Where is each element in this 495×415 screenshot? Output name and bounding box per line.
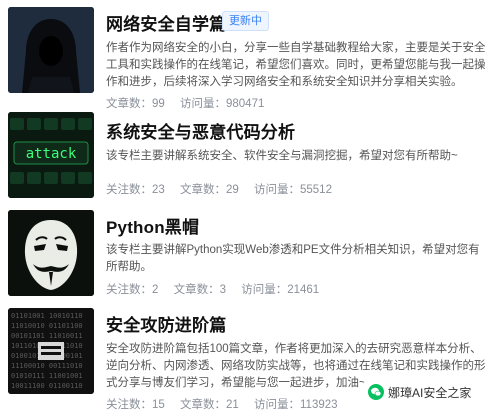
column-thumbnail[interactable]: attack	[8, 112, 94, 198]
stat-value: 15	[152, 399, 165, 411]
stat-value: 23	[152, 184, 165, 196]
wechat-watermark: 娜璋AI安全之家	[364, 381, 476, 403]
svg-text:01101001 10010110: 01101001 10010110	[11, 312, 83, 320]
binary-code-icon: 01101001 10010110 11010010 01101100 0010…	[8, 308, 94, 394]
stat-value: 21461	[287, 284, 320, 296]
stat-label: 文章数：	[106, 98, 152, 110]
stat-value: 99	[152, 98, 165, 110]
stat-value: 980471	[226, 98, 265, 110]
column-title[interactable]: Python黑帽	[106, 213, 199, 238]
column-description: 该专栏主要讲解Python实现Web渗透和PE文件分析相关知识，希望对您有所帮助…	[106, 244, 480, 273]
column-thumbnail[interactable]	[8, 7, 94, 93]
column-title[interactable]: 安全攻防进阶篇	[106, 311, 226, 336]
stat-value: 29	[226, 184, 239, 196]
stat-label: 访问量：	[254, 399, 300, 411]
column-description: 该专栏主要讲解系统安全、软件安全与漏洞挖掘，希望对您有所帮助~	[106, 150, 458, 162]
attack-keyboard-icon: attack	[8, 112, 94, 198]
column-stats: 关注数：23 文章数：29 访问量：55512	[106, 181, 344, 197]
column-stats: 文章数：99 访问量：980471	[106, 95, 276, 111]
stat-value: 21	[226, 399, 239, 411]
thumbnail-text: attack	[26, 146, 77, 162]
stat-value: 3	[219, 284, 227, 296]
svg-text:11010010 01101100: 11010010 01101100	[11, 322, 83, 330]
stat-value: 113923	[300, 399, 338, 411]
guy-fawkes-mask-icon	[8, 210, 94, 296]
stat-label: 文章数：	[180, 399, 226, 411]
status-badge: 更新中	[222, 11, 269, 31]
svg-text:11100010 00111010: 11100010 00111010	[11, 362, 83, 370]
stat-label: 访问量：	[241, 284, 288, 296]
stat-label: 文章数：	[173, 284, 220, 296]
column-title[interactable]: 网络安全自学篇	[106, 10, 226, 35]
svg-text:01010111 11001001: 01010111 11001001	[11, 372, 83, 380]
column-description: 作者作为网络安全的小白，分享一些自学基础教程给大家，主要是关于安全工具和实践操作…	[106, 42, 486, 88]
stat-label: 关注数：	[106, 399, 152, 411]
column-title[interactable]: 系统安全与恶意代码分析	[106, 118, 295, 143]
stat-label: 访问量：	[254, 184, 300, 196]
svg-text:00101101 11010011: 00101101 11010011	[11, 332, 83, 340]
column-thumbnail[interactable]: 01101001 10010110 11010010 01101100 0010…	[8, 308, 94, 394]
stat-value: 55512	[300, 184, 332, 196]
wechat-icon	[368, 384, 384, 400]
column-stats: 关注数：2 文章数：3 访问量：21461	[106, 281, 331, 297]
svg-text:10011100 01100110: 10011100 01100110	[11, 382, 83, 390]
stat-label: 关注数：	[106, 284, 152, 296]
hooded-hacker-icon	[8, 7, 94, 93]
stat-value: 2	[152, 284, 159, 296]
column-stats: 关注数：15 文章数：21 访问量：113923	[106, 396, 350, 412]
watermark-text: 娜璋AI安全之家	[388, 385, 472, 400]
stat-label: 关注数：	[106, 184, 152, 196]
column-thumbnail[interactable]	[8, 210, 94, 296]
stat-label: 文章数：	[180, 184, 226, 196]
stat-label: 访问量：	[180, 98, 226, 110]
